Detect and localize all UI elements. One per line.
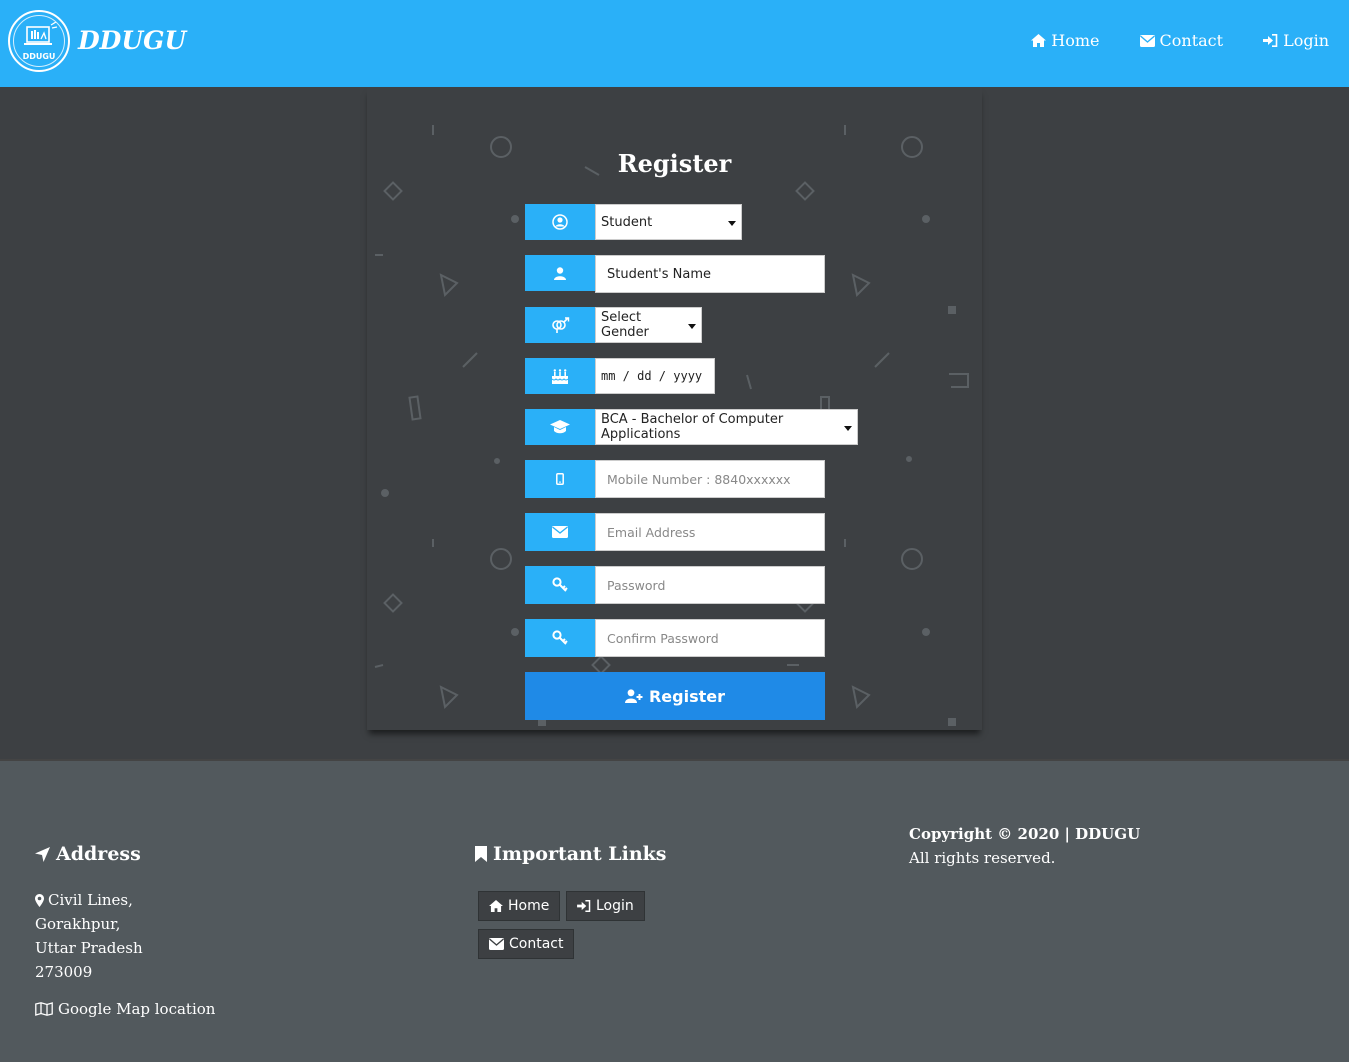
footer-home-label: Home [508,898,550,914]
gender-row: Select Gender [525,307,702,343]
main-section: Register Student Student's Name Select G… [0,87,1349,759]
logo-text: DDUGU [22,52,56,61]
location-arrow-icon [35,846,50,862]
email-icon-box [525,513,595,551]
form-title: Register [617,149,732,178]
key-icon [552,630,568,645]
student-name-input[interactable]: Student's Name [595,255,825,293]
footer-login-button[interactable]: Login [566,891,645,921]
footer: Address Civil Lines, Gorakhpur, Uttar Pr… [0,759,1349,1062]
mobile-phone-icon [556,473,564,485]
nav-login[interactable]: Login [1263,31,1329,50]
links-title: Important Links [493,843,667,865]
mobile-icon-box [525,460,595,498]
address-line: Civil Lines, [35,888,143,912]
address-heading: Address [35,843,141,865]
home-icon [1031,34,1047,47]
top-navbar: DDUGU DDUGU Home Contact Login [0,0,1349,87]
name-row: Student's Name [525,255,825,293]
password-input[interactable]: Password [595,566,825,604]
register-button-label: Register [648,686,726,706]
google-map-label: Google Map location [58,1000,216,1018]
address-title: Address [56,843,141,865]
name-icon-box [525,255,595,291]
footer-login-label: Login [596,898,634,914]
user-plus-icon [624,689,643,703]
address-line-2: Gorakhpur, [35,915,121,933]
bookmark-icon [475,846,487,862]
address-block: Civil Lines, Gorakhpur, Uttar Pradesh 27… [35,888,143,984]
footer-contact-button[interactable]: Contact [478,929,575,959]
course-row: BCA - Bachelor of Computer Applications [525,409,858,445]
envelope-icon [1139,34,1155,47]
university-logo[interactable]: DDUGU [8,10,70,72]
footer-home-button[interactable]: Home [478,891,561,921]
birthday-cake-icon [552,368,568,384]
confirm-icon-box [525,619,595,657]
envelope-icon [489,938,504,950]
user-icon [554,266,566,280]
nav-home-label: Home [1051,31,1100,50]
address-line-3: Uttar Pradesh [35,939,143,957]
register-card: Register Student Student's Name Select G… [367,87,982,730]
sign-in-icon [577,900,591,912]
main-nav: Home Contact Login [991,31,1329,50]
map-marker-icon [35,893,44,907]
rights-text: All rights reserved. [909,849,1056,867]
register-button[interactable]: Register [525,672,825,720]
home-icon [489,900,503,912]
key-icon [552,577,568,592]
copyright-text: Copyright © 2020 | DDUGU [909,825,1141,843]
role-icon-box [525,204,595,240]
map-icon [35,1002,53,1016]
gender-icon-box [525,307,595,343]
links-heading: Important Links [475,843,667,865]
dob-input[interactable]: mm / dd / yyyy [595,358,715,394]
role-select[interactable]: Student [595,204,742,240]
password-row: Password [525,566,825,604]
email-row: Email Address [525,513,825,551]
laptop-books-icon [24,22,58,45]
nav-home[interactable]: Home [1031,31,1100,50]
graduation-cap-icon [550,420,570,434]
google-map-link[interactable]: Google Map location [35,1000,215,1018]
email-input[interactable]: Email Address [595,513,825,551]
mobile-row: Mobile Number : 8840xxxxxx [525,460,825,498]
role-row: Student [525,204,742,240]
dob-icon-box [525,358,595,394]
confirm-password-row: Confirm Password [525,619,825,657]
course-select[interactable]: BCA - Bachelor of Computer Applications [595,409,858,445]
nav-login-label: Login [1283,31,1329,50]
mobile-input[interactable]: Mobile Number : 8840xxxxxx [595,460,825,498]
footer-contact-label: Contact [509,936,564,952]
dob-row: mm / dd / yyyy [525,358,715,394]
brand-name[interactable]: DDUGU [78,26,186,55]
gender-icon [552,317,570,333]
address-line-4: 273009 [35,963,93,981]
gender-select[interactable]: Select Gender [595,307,702,343]
nav-contact-label: Contact [1159,31,1224,50]
address-line-1: Civil Lines, [48,891,133,909]
course-icon-box [525,409,595,445]
user-circle-icon [552,214,568,230]
password-icon-box [525,566,595,604]
nav-contact[interactable]: Contact [1139,31,1224,50]
confirm-password-input[interactable]: Confirm Password [595,619,825,657]
envelope-icon [552,526,568,538]
sign-in-icon [1263,34,1278,47]
copyright-block: Copyright © 2020 | DDUGU All rights rese… [909,822,1140,870]
